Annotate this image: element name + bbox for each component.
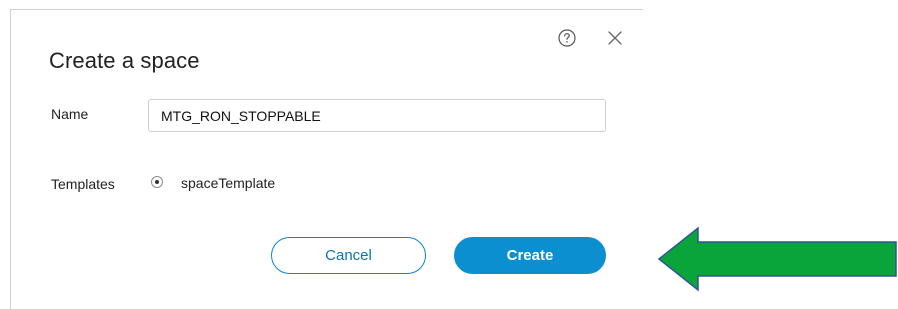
close-icon[interactable] <box>607 30 623 46</box>
template-radio-button[interactable] <box>151 176 163 188</box>
name-label: Name <box>51 106 89 122</box>
cancel-button-label: Cancel <box>325 247 372 264</box>
template-option-label[interactable]: spaceTemplate <box>181 175 275 191</box>
dialog-title: Create a space <box>49 48 200 73</box>
templates-label: Templates <box>51 176 115 192</box>
name-input[interactable] <box>148 99 606 132</box>
create-space-dialog: Create a space Name Templates spaceTempl… <box>10 9 643 309</box>
create-button[interactable]: Create <box>454 237 606 274</box>
radio-selected-dot <box>155 180 159 184</box>
left-arrow-icon <box>657 226 897 292</box>
cancel-button[interactable]: Cancel <box>271 237 426 274</box>
help-icon[interactable] <box>558 29 576 47</box>
screenshot-canvas: Create a space Name Templates spaceTempl… <box>0 0 898 309</box>
create-button-label: Create <box>506 247 554 264</box>
